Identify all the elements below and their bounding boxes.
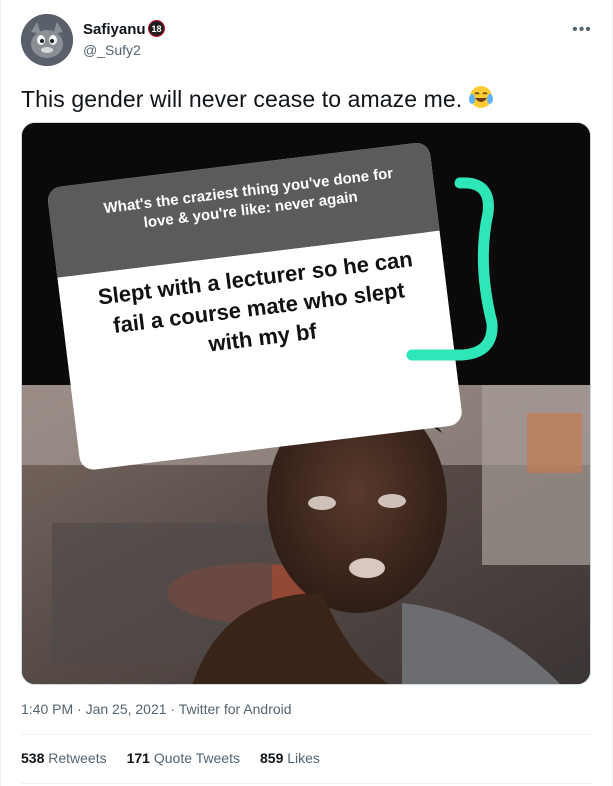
tweet-timestamp[interactable]: 1:40 PM · Jan 25, 2021 · Twitter for And… [21,701,292,717]
tweet-text: This gender will never cease to amaze me… [21,84,494,116]
avatar[interactable] [21,14,73,66]
tears-of-joy-emoji-icon [468,84,494,116]
tweet-media-image[interactable]: What's the craziest thing you've done fo… [21,122,591,685]
retweets-label: Retweets [48,750,107,766]
author-handle[interactable]: @_Sufy2 [83,42,141,58]
likes-stat[interactable]: 859 Likes [260,750,320,766]
tweet-card: Safiyanu 18 @_Sufy2 ••• This gender will… [0,0,613,786]
likes-label: Likes [287,750,320,766]
divider [21,783,592,784]
retweets-count: 538 [21,750,45,766]
quote-tweets-count: 171 [126,750,150,766]
tweet-stats: 538 Retweets 171 Quote Tweets 859 Likes [21,750,320,766]
more-options-icon[interactable]: ••• [569,20,595,40]
author-name[interactable]: Safiyanu [83,21,146,38]
quote-tweets-label: Quote Tweets [153,750,240,766]
quote-tweets-stat[interactable]: 171 Quote Tweets [127,750,240,766]
age-badge-icon: 18 [148,20,165,37]
divider [21,734,592,735]
tweet-text-body: This gender will never cease to amaze me… [21,86,463,112]
retweets-stat[interactable]: 538 Retweets [21,750,107,766]
likes-count: 859 [260,750,284,766]
